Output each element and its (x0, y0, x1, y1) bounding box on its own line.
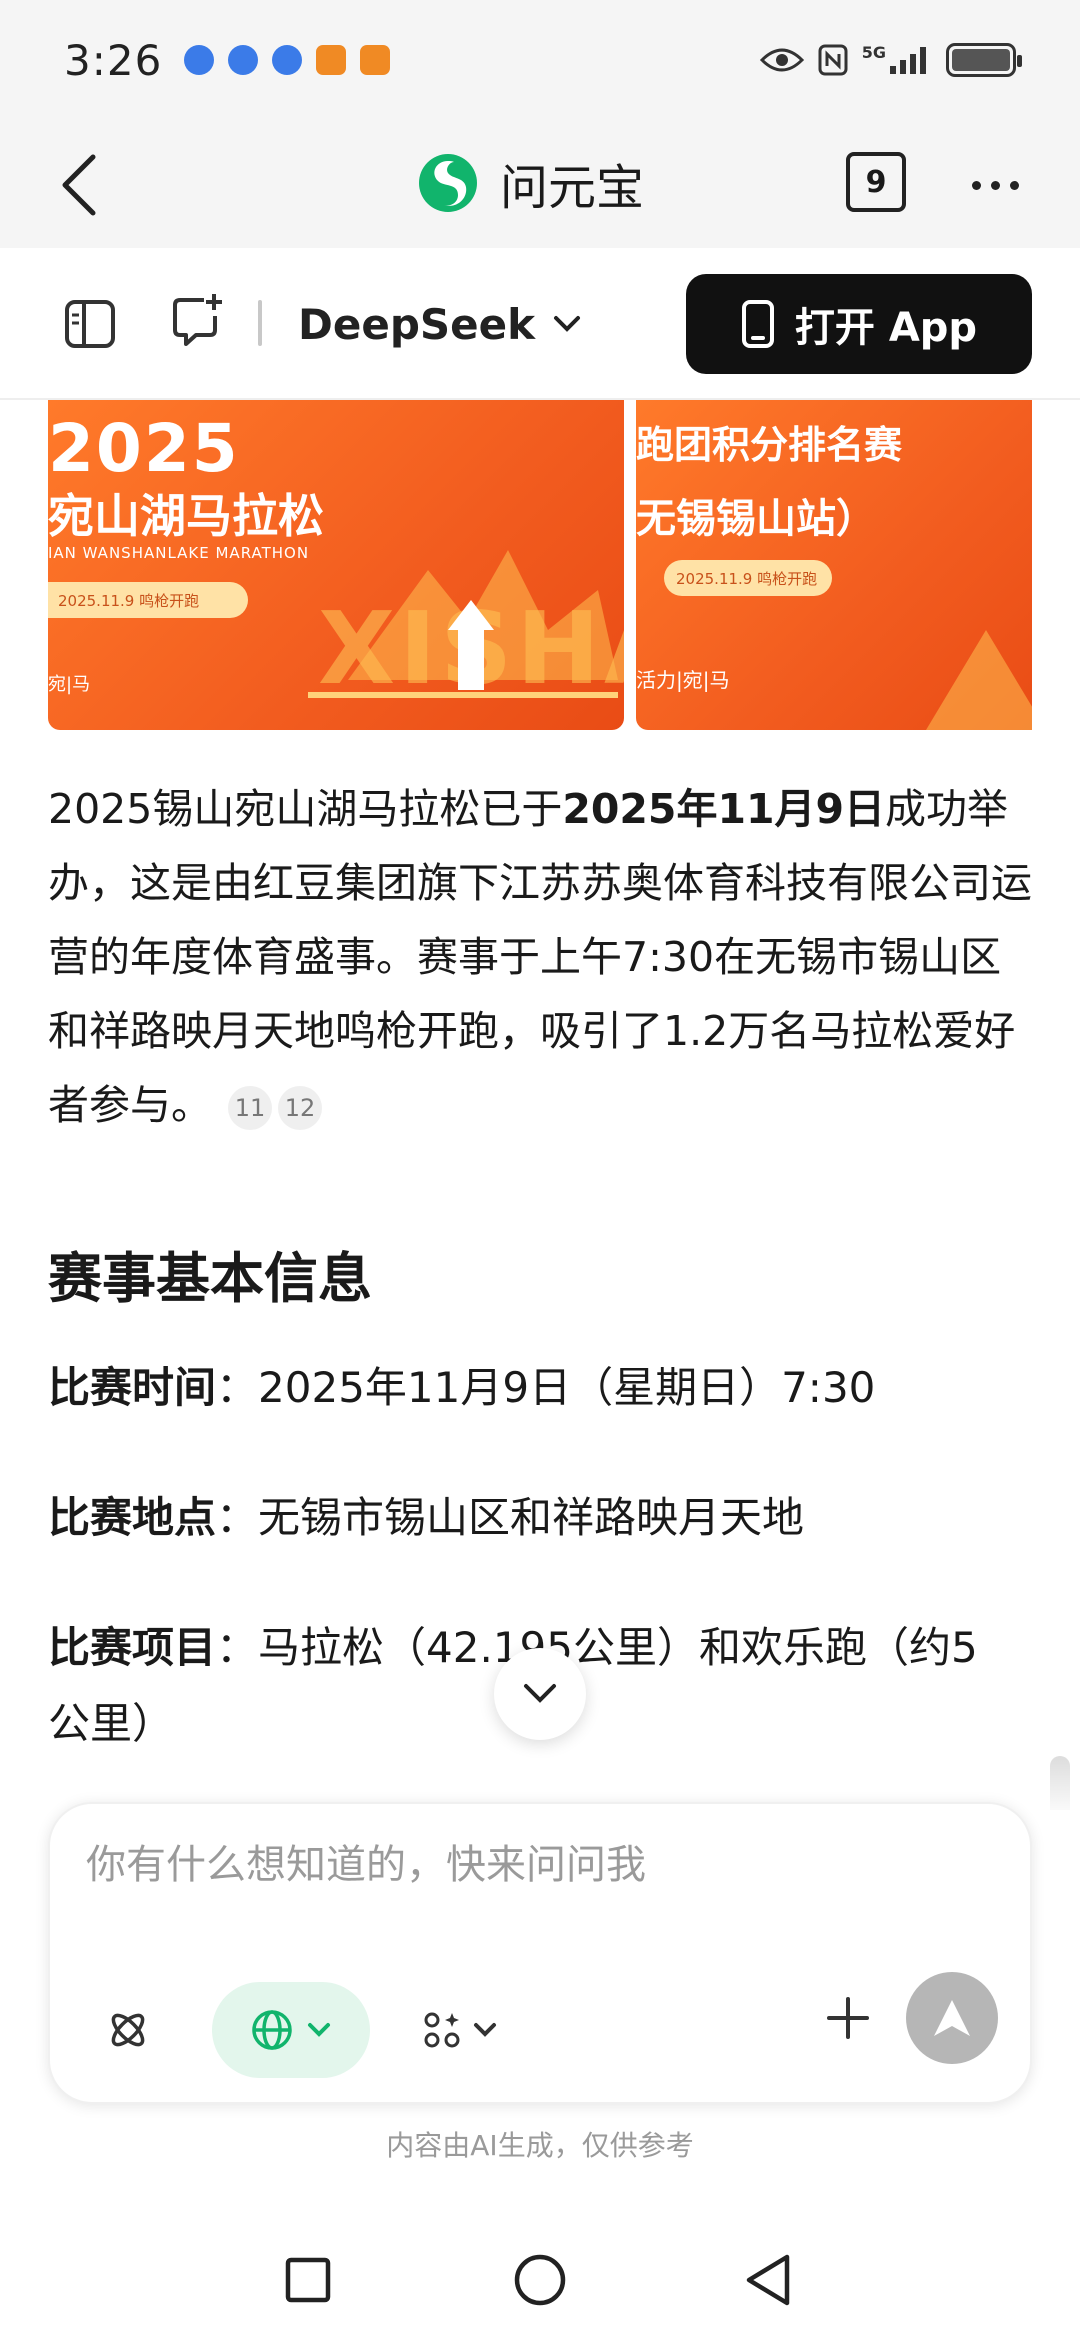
back-button[interactable] (44, 150, 114, 220)
atom-icon (111, 2013, 145, 2047)
tabs-button[interactable]: 9 (846, 152, 906, 212)
phone-icon (741, 300, 774, 348)
banner-right-date: 2025.11.9 鸣枪开跑 (664, 560, 832, 596)
system-nav-bar (0, 2220, 1080, 2340)
status-bar: 3:26 5G (0, 0, 1080, 120)
chat-input[interactable] (86, 1842, 986, 1888)
chevron-down-icon (524, 1684, 556, 1703)
yuanbao-logo-icon (419, 154, 477, 212)
chevron-left-icon (62, 154, 96, 216)
open-app-button[interactable]: 打开 App (686, 274, 1032, 374)
plus-icon (827, 1997, 869, 2039)
battery-icon (946, 43, 1022, 77)
signal-icon: 5G (862, 43, 932, 77)
info-row-time: 比赛时间：2025年11月9日（星期日）7:30 (48, 1363, 876, 1412)
brand: 问元宝 (418, 148, 644, 218)
chevron-down-icon (554, 316, 581, 332)
send-button[interactable] (906, 1972, 998, 2064)
apps-grid-icon (424, 2012, 460, 2048)
nfc-icon (818, 43, 848, 77)
notification-icons (184, 45, 391, 75)
app-notification-icon (316, 45, 347, 75)
banner-footer: 宛|马 (48, 674, 91, 695)
marathon-banner-image[interactable]: 2025 宛山湖马拉松 IAN WANSHANLAKE MARATHON 202… (48, 400, 624, 730)
recent-apps-button[interactable] (268, 2240, 348, 2320)
tools-menu-button[interactable] (400, 1988, 520, 2072)
ai-disclaimer: 内容由AI生成，仅供参考 (386, 2129, 694, 2162)
app-notification-icon (272, 45, 303, 75)
pagoda-illustration (308, 550, 618, 698)
model-selector[interactable]: DeepSeek (298, 292, 581, 356)
section-heading: 赛事基本信息 (48, 1247, 372, 1310)
triangle-back-icon (746, 2254, 790, 2306)
status-time: 3:26 (64, 35, 163, 85)
new-chat-icon (173, 294, 222, 346)
attach-button[interactable] (808, 1978, 888, 2058)
app-notification-icon (228, 45, 259, 75)
new-chat-button[interactable] (166, 288, 230, 352)
circle-icon (514, 2254, 566, 2306)
sidebar-toggle-button[interactable] (58, 292, 122, 356)
marathon-ranking-banner-image[interactable]: 跑团积分排名赛 无锡锡山站） 2025.11.9 鸣枪开跑 活力|宛|马 (636, 400, 1032, 730)
web-search-toggle[interactable] (212, 1982, 370, 2078)
brand-name: 问元宝 (500, 160, 645, 216)
banner-right-decoration (926, 630, 1032, 730)
banner-year: 2025 (48, 410, 240, 487)
banner-right-subtitle: 无锡锡山站） (636, 496, 876, 542)
network-type: 5G (861, 43, 886, 62)
more-dots-icon (971, 180, 981, 190)
toolbar-divider (258, 300, 262, 346)
banner-title: 宛山湖马拉松 (48, 489, 324, 543)
app-notification-icon (360, 45, 391, 75)
more-menu-button[interactable] (960, 160, 1030, 210)
event-date-highlight: 2025年11月9日 (562, 785, 886, 833)
deep-think-button[interactable] (86, 1988, 170, 2072)
banner-date: 2025.11.9 鸣枪开跑 (48, 582, 248, 618)
title-bar: 问元宝 9 (0, 120, 1080, 248)
sidebar-icon (65, 300, 115, 348)
banner-subtitle: IAN WANSHANLAKE MARATHON (48, 544, 310, 562)
open-app-label: 打开 App (794, 305, 978, 351)
app-notification-icon (184, 45, 215, 75)
send-arrow-icon (934, 2000, 970, 2036)
banner-right-title: 跑团积分排名赛 (636, 423, 903, 467)
answer-paragraph: 2025锡山宛山湖马拉松已于2025年11月9日成功举办，这是由红豆集团旗下江苏… (48, 785, 1032, 1130)
citation-badge[interactable]: 12 (278, 1086, 322, 1130)
eye-icon (759, 43, 804, 77)
chat-toolbar: DeepSeek 打开 App (0, 248, 1080, 400)
banner-right-footer: 活力|宛|马 (636, 668, 730, 692)
tab-count: 9 (865, 164, 887, 200)
citation-badge[interactable]: 11 (228, 1086, 272, 1130)
scroll-to-bottom-button[interactable] (494, 1648, 586, 1740)
back-nav-button[interactable] (728, 2240, 808, 2320)
chevron-down-icon (474, 2023, 496, 2037)
chat-input-card (48, 1802, 1032, 2104)
chat-content[interactable]: 2025 宛山湖马拉松 IAN WANSHANLAKE MARATHON 202… (0, 400, 1080, 1810)
chevron-down-icon (308, 2023, 330, 2037)
globe-icon (252, 2010, 292, 2050)
model-name: DeepSeek (298, 299, 536, 349)
square-icon (285, 2257, 331, 2303)
home-button[interactable] (500, 2240, 580, 2320)
info-row-location: 比赛地点：无锡市锡山区和祥路映月天地 (48, 1493, 805, 1542)
